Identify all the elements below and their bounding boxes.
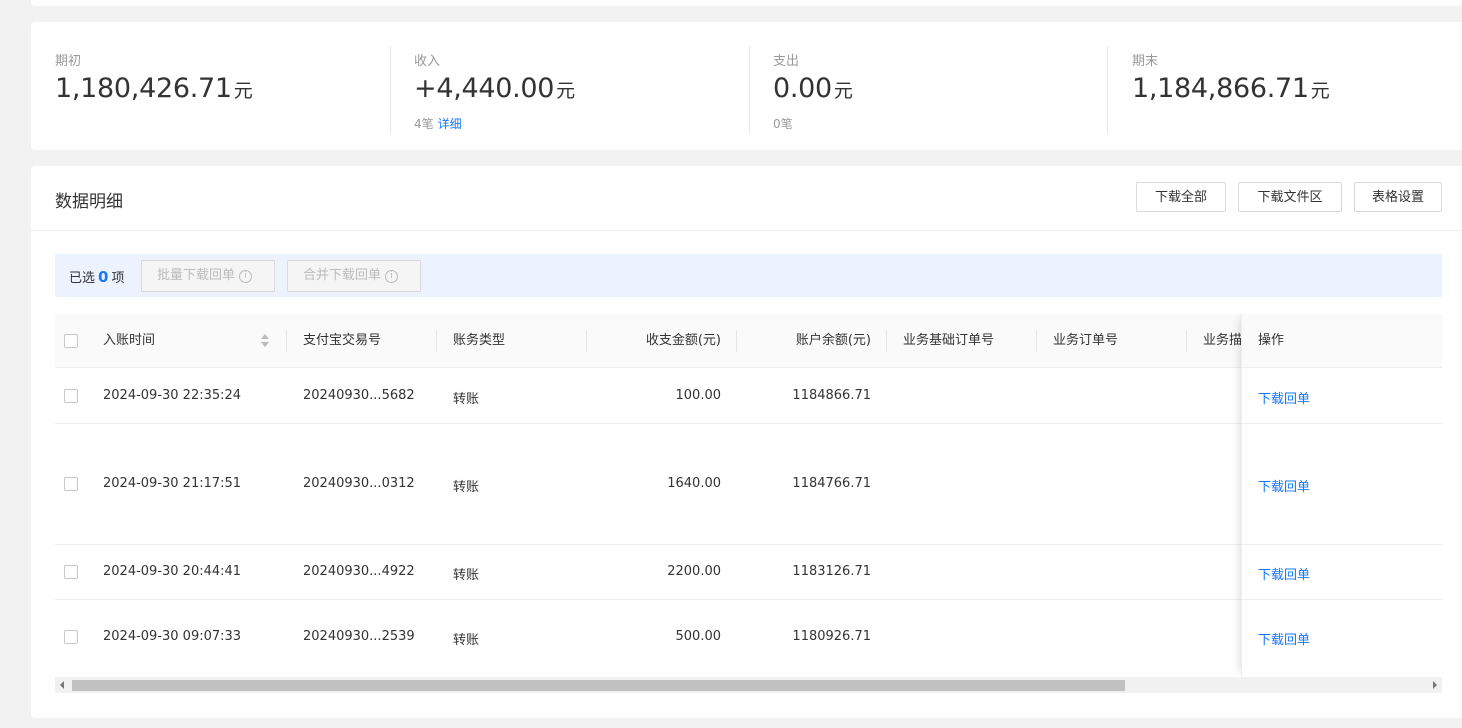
opening-balance-label: 期初 <box>55 54 82 69</box>
merge-download-receipt-button[interactable]: 合并下载回单 i <box>287 260 421 292</box>
row-checkbox[interactable] <box>64 389 78 403</box>
data-detail-panel: 数据明细 下载全部 下载文件区 表格设置 已选 0 项 批量下载回单 i 合并下载回单… <box>31 166 1462 718</box>
cell-amount: 2200.00 <box>667 564 721 579</box>
column-header-time[interactable]: 入账时间 <box>103 314 155 368</box>
income-value: +4,440.00 元 <box>414 73 575 104</box>
cell-time: 2024-09-30 09:07:33 <box>103 629 242 644</box>
cell-trade-no: 20240930...4922 <box>303 564 415 579</box>
fixed-action-column <box>1241 314 1442 676</box>
table-row: 2024-09-30 20:44:41 20240930...4922 转账 2… <box>55 545 1442 600</box>
table-settings-button[interactable]: 表格设置 <box>1354 182 1442 212</box>
income-count: 4笔 <box>414 117 434 131</box>
income-detail-link[interactable]: 详细 <box>438 117 462 131</box>
divider <box>749 46 750 134</box>
balance-summary-panel: 期初 1,180,426.71 元 收入 +4,440.00 元 4笔 详细 支出 0… <box>31 22 1462 150</box>
selection-bar: 已选 0 项 批量下载回单 i 合并下载回单 i <box>55 254 1442 297</box>
cell-balance: 1184766.71 <box>792 476 871 491</box>
table-row: 2024-09-30 22:35:24 20240930...5682 转账 1… <box>55 369 1442 424</box>
row-checkbox[interactable] <box>64 630 78 644</box>
cell-trade-no: 20240930...5682 <box>303 388 415 403</box>
scroll-left-arrow-icon[interactable] <box>60 681 64 689</box>
closing-balance-amount: 1,184,866.71 <box>1132 73 1309 104</box>
closing-balance-value: 1,184,866.71 元 <box>1132 73 1330 104</box>
cell-balance: 1180926.71 <box>792 629 871 644</box>
income-unit: 元 <box>556 80 575 102</box>
selection-count-text: 已选 0 项 <box>69 267 124 286</box>
table-row: 2024-09-30 21:17:51 20240930...0312 转账 1… <box>55 424 1442 545</box>
cell-amount: 1640.00 <box>667 476 721 491</box>
selection-prefix: 已选 <box>69 271 96 286</box>
column-header-trade-no: 支付宝交易号 <box>303 333 382 348</box>
opening-balance-amount: 1,180,426.71 <box>55 73 232 104</box>
cell-type: 转账 <box>453 480 480 495</box>
column-header-balance: 账户余额(元) <box>795 333 871 348</box>
column-separator <box>1186 330 1187 352</box>
closing-balance-label: 期末 <box>1132 54 1159 69</box>
column-separator <box>286 330 287 352</box>
download-file-area-button[interactable]: 下载文件区 <box>1238 182 1342 212</box>
transactions-table: 入账时间 支付宝交易号 账务类型 收支金额(元) 账户余额(元) 业务基础订单号… <box>55 314 1442 676</box>
column-header-type: 账务类型 <box>453 333 506 348</box>
cell-trade-no: 20240930...0312 <box>303 476 415 491</box>
cell-time: 2024-09-30 20:44:41 <box>103 564 242 579</box>
section-title: 数据明细 <box>55 192 123 212</box>
column-separator <box>736 330 737 352</box>
merge-download-label: 合并下载回单 <box>303 268 382 283</box>
horizontal-scrollbar[interactable] <box>55 677 1442 693</box>
download-all-button[interactable]: 下载全部 <box>1136 182 1226 212</box>
cell-amount: 100.00 <box>675 388 722 403</box>
selection-suffix: 项 <box>111 271 125 286</box>
sort-icon[interactable] <box>261 334 269 348</box>
batch-download-receipt-button[interactable]: 批量下载回单 i <box>141 260 275 292</box>
batch-download-label: 批量下载回单 <box>157 268 236 283</box>
expense-value: 0.00 元 <box>773 73 853 104</box>
column-header-base-order-no: 业务基础订单号 <box>903 333 995 348</box>
column-separator <box>886 330 887 352</box>
column-header-amount: 收支金额(元) <box>645 333 721 348</box>
cell-balance: 1184866.71 <box>792 388 871 403</box>
info-icon: i <box>239 270 253 283</box>
info-icon: i <box>385 270 399 283</box>
row-checkbox[interactable] <box>64 565 78 579</box>
cell-type: 转账 <box>453 568 480 583</box>
income-amount: +4,440.00 <box>414 73 555 104</box>
row-checkbox[interactable] <box>64 477 78 491</box>
income-count-line: 4笔 详细 <box>414 115 462 132</box>
column-separator <box>586 330 587 352</box>
expense-amount: 0.00 <box>773 73 832 104</box>
cell-amount: 500.00 <box>675 629 722 644</box>
divider <box>31 230 1462 231</box>
table-header: 入账时间 支付宝交易号 账务类型 收支金额(元) 账户余额(元) 业务基础订单号… <box>55 314 1442 368</box>
closing-balance-unit: 元 <box>1310 80 1330 102</box>
opening-balance-unit: 元 <box>233 80 253 102</box>
top-panel-edge <box>31 0 1462 6</box>
column-header-description: 业务描述 <box>1203 333 1241 348</box>
cell-trade-no: 20240930...2539 <box>303 629 415 644</box>
income-label: 收入 <box>414 54 441 69</box>
cell-type: 转账 <box>453 392 480 407</box>
cell-time: 2024-09-30 22:35:24 <box>103 388 242 403</box>
cell-balance: 1183126.71 <box>792 564 871 579</box>
divider <box>390 46 391 134</box>
divider <box>1107 46 1108 134</box>
table-row: 2024-09-30 09:07:33 20240930...2539 转账 5… <box>55 600 1442 676</box>
scroll-right-arrow-icon[interactable] <box>1433 681 1437 689</box>
cell-type: 转账 <box>453 633 480 648</box>
expense-count: 0笔 <box>773 117 793 131</box>
expense-label: 支出 <box>773 54 800 69</box>
expense-unit: 元 <box>833 80 853 102</box>
selection-count: 0 <box>98 268 109 286</box>
opening-balance-value: 1,180,426.71 元 <box>55 73 253 104</box>
column-header-order-no: 业务订单号 <box>1053 333 1119 348</box>
column-separator <box>436 330 437 352</box>
cell-time: 2024-09-30 21:17:51 <box>103 476 242 491</box>
column-separator <box>1036 330 1037 352</box>
select-all-checkbox[interactable] <box>64 334 78 348</box>
scrollbar-thumb[interactable] <box>72 680 1125 691</box>
